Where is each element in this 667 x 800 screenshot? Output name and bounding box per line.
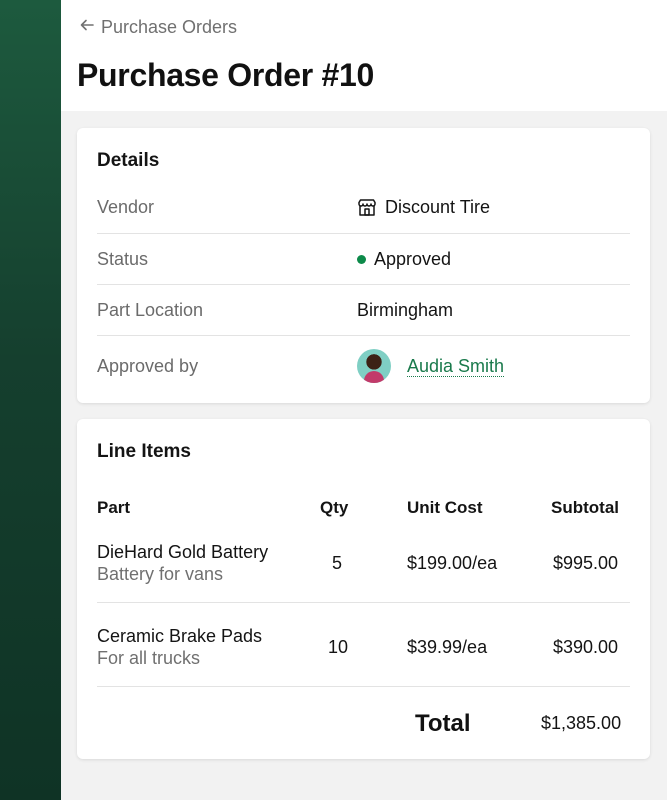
line-item-description: For all trucks xyxy=(97,648,201,668)
location-label: Part Location xyxy=(97,299,204,320)
details-title: Details xyxy=(97,150,160,171)
approved-by-row: Approved by Audia Smith xyxy=(97,336,630,396)
avatar[interactable] xyxy=(357,349,391,383)
column-header-subtotal: Subtotal xyxy=(551,498,619,517)
line-items-title: Line Items xyxy=(97,441,191,462)
total-value: $1,385.00 xyxy=(541,713,622,733)
status-value: Approved xyxy=(357,249,451,270)
status-dot-icon xyxy=(357,254,366,264)
total-label: Total xyxy=(415,710,471,737)
line-item-qty: 5 xyxy=(332,553,343,573)
line-item-subtotal: $995.00 xyxy=(553,553,619,573)
approved-by-label: Approved by xyxy=(97,355,199,376)
row-divider xyxy=(97,686,630,687)
vendor-name: Discount Tire xyxy=(385,197,491,217)
back-link-label: Purchase Orders xyxy=(101,17,238,37)
status-label: Status xyxy=(97,248,149,269)
status-row: Status Approved xyxy=(97,234,630,285)
line-item-qty: 10 xyxy=(328,637,349,657)
arrow-left-icon xyxy=(79,17,95,38)
line-item-unit-cost: $39.99/ea xyxy=(407,637,488,657)
column-header-unit-cost: Unit Cost xyxy=(407,498,483,517)
column-header-part: Part xyxy=(97,498,131,517)
location-value: Birmingham xyxy=(357,299,454,320)
page-header: Purchase Orders Purchase Order #10 xyxy=(61,0,667,111)
back-link[interactable]: Purchase Orders xyxy=(79,17,237,38)
line-item-name: DieHard Gold Battery xyxy=(97,542,269,562)
store-icon xyxy=(357,198,377,218)
line-item-subtotal: $390.00 xyxy=(553,637,619,657)
page-title: Purchase Order #10 xyxy=(77,57,374,93)
approved-by-value: Audia Smith xyxy=(357,349,505,383)
status-text: Approved xyxy=(374,248,452,269)
line-items-card xyxy=(77,419,650,759)
vendor-label: Vendor xyxy=(97,197,155,217)
line-item-description: Battery for vans xyxy=(97,564,224,584)
vendor-value[interactable]: Discount Tire xyxy=(357,197,490,218)
approver-link[interactable]: Audia Smith xyxy=(407,356,505,377)
row-divider xyxy=(97,602,630,603)
location-row: Part Location Birmingham xyxy=(97,285,630,336)
sidebar xyxy=(0,0,61,800)
line-item-unit-cost: $199.00/ea xyxy=(407,553,498,573)
column-header-qty: Qty xyxy=(320,498,349,517)
vendor-row: Vendor Discount Tire xyxy=(97,182,630,234)
line-item-name: Ceramic Brake Pads xyxy=(97,626,263,646)
